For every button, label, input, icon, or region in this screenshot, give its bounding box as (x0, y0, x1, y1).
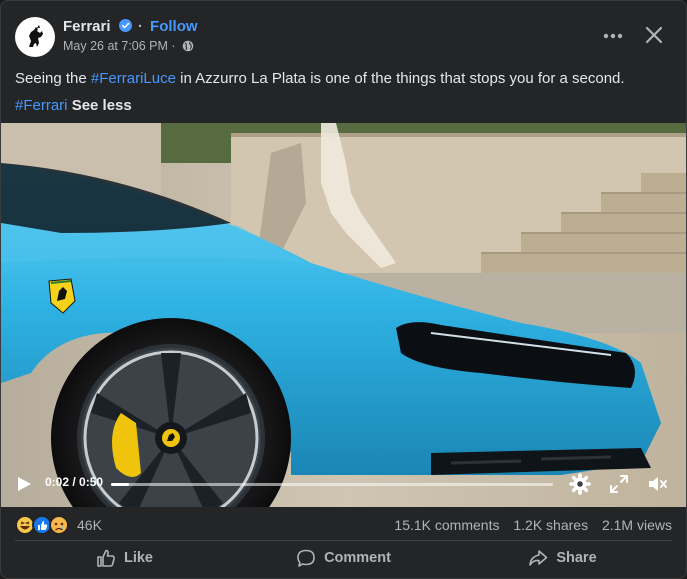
shares-count[interactable]: 1.2K shares (513, 517, 588, 533)
post-meta: May 26 at 7:06 PM · (63, 39, 194, 53)
laugh-reaction-icon (15, 515, 35, 535)
like-button[interactable]: Like (15, 542, 234, 574)
hashtag-link[interactable]: #Ferrari (15, 97, 68, 114)
video-progress-fill (111, 483, 129, 486)
post-stats: 46K 15.1K comments 1.2K shares 2.1M view… (15, 513, 672, 539)
reaction-count[interactable]: 46K (77, 517, 102, 533)
verified-badge-icon (118, 19, 132, 32)
action-bar: Like Comment Share (15, 542, 672, 574)
share-button[interactable]: Share (453, 542, 672, 574)
post-timestamp[interactable]: May 26 at 7:06 PM (63, 39, 168, 53)
gear-icon[interactable] (569, 473, 591, 495)
separator-dot: · (171, 39, 176, 53)
views-count: 2.1M views (601, 517, 672, 533)
more-options-icon[interactable] (600, 23, 626, 49)
video-time: 0:02 / 0:50 (45, 475, 104, 489)
prancing-horse-logo-icon (29, 25, 43, 47)
video-controls: 0:02 / 0:50 (1, 461, 686, 507)
post-caption: Seeing the #FerrariLuce in Azzurro La Pl… (15, 65, 672, 119)
like-reaction-icon (32, 515, 52, 535)
ferrari-avatar[interactable] (15, 17, 55, 57)
comment-icon (297, 549, 315, 567)
mute-icon[interactable] (646, 473, 668, 495)
sad-reaction-icon (49, 515, 69, 535)
divider (15, 540, 672, 541)
video-progress-track[interactable] (111, 483, 553, 486)
hashtag-link[interactable]: #FerrariLuce (91, 70, 176, 87)
page-name[interactable]: Ferrari (63, 18, 111, 35)
see-less-button[interactable]: See less (72, 97, 132, 114)
post-header: Ferrari · Follow May 26 at 7:06 PM · (15, 15, 672, 59)
follow-button[interactable]: Follow (150, 18, 198, 35)
video-frame (1, 123, 686, 507)
comment-label: Comment (324, 550, 391, 566)
caption-text: in Azzurro La Plata is one of the things… (175, 70, 625, 87)
comments-count[interactable]: 15.1K comments (394, 517, 499, 533)
like-label: Like (123, 550, 153, 566)
name-row: Ferrari · Follow (63, 18, 198, 35)
expand-icon[interactable] (608, 473, 630, 495)
video-player[interactable]: 0:02 / 0:50 (1, 123, 686, 507)
thumbs-up-icon (97, 549, 115, 567)
close-icon[interactable] (640, 21, 668, 49)
share-icon (529, 550, 548, 566)
separator-dot: · (137, 18, 143, 35)
engagement-stats: 15.1K comments 1.2K shares 2.1M views (384, 517, 672, 533)
share-label: Share (556, 550, 597, 566)
post-card: Ferrari · Follow May 26 at 7:06 PM · See… (0, 0, 687, 579)
globe-icon (182, 40, 194, 52)
comment-button[interactable]: Comment (234, 542, 453, 574)
caption-text: Seeing the (15, 70, 91, 87)
play-icon[interactable] (15, 475, 33, 493)
reaction-summary[interactable] (15, 514, 75, 536)
